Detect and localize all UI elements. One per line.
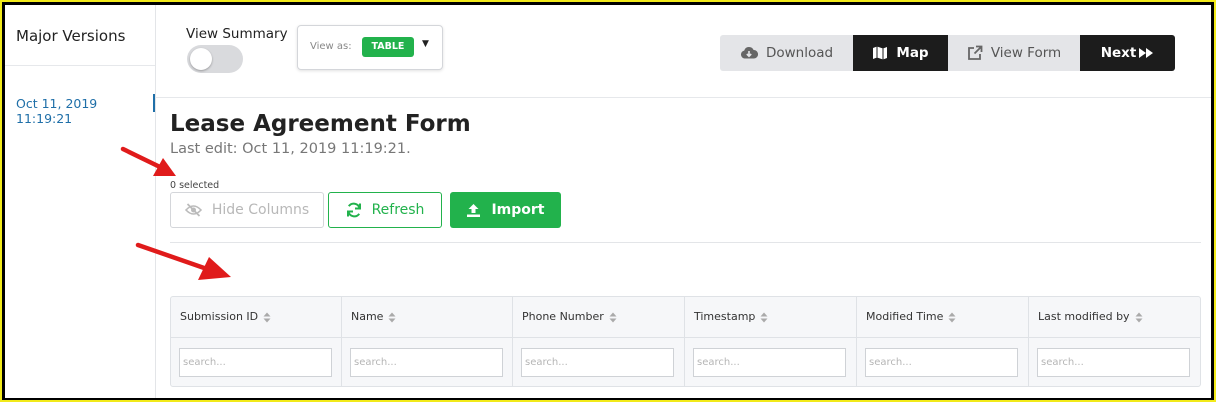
fast-forward-icon [1139, 48, 1154, 58]
column-header[interactable]: Submission ID [171, 297, 342, 337]
search-input[interactable] [693, 348, 846, 377]
column-header[interactable]: Name [342, 297, 513, 337]
column-header[interactable]: Phone Number [513, 297, 685, 337]
hide-columns-button[interactable]: Hide Columns [170, 192, 324, 228]
map-button[interactable]: Map [853, 35, 948, 71]
filter-cell [513, 337, 685, 386]
import-label: Import [491, 202, 545, 218]
column-label: Phone Number [522, 310, 604, 323]
search-input[interactable] [521, 348, 674, 377]
column-header[interactable]: Last modified by [1029, 297, 1200, 337]
view-as-dropdown[interactable]: View as: TABLE ▼ [297, 25, 443, 70]
refresh-label: Refresh [371, 202, 425, 218]
column-header[interactable]: Timestamp [685, 297, 857, 337]
map-label: Map [896, 45, 929, 61]
sort-icon [609, 312, 617, 322]
search-input[interactable] [179, 348, 332, 377]
view-as-label: View as: [310, 41, 352, 52]
search-input[interactable] [1037, 348, 1190, 377]
refresh-button[interactable]: Refresh [328, 192, 442, 228]
last-edit-text: Last edit: Oct 11, 2019 11:19:21. [170, 141, 411, 157]
toggle-knob [190, 48, 212, 70]
column-label: Modified Time [866, 310, 944, 323]
view-form-label: View Form [990, 45, 1062, 61]
view-form-button[interactable]: View Form [948, 35, 1080, 71]
annotation-arrow-icon [135, 242, 231, 280]
sort-icon [760, 312, 768, 322]
filter-cell [1029, 337, 1200, 386]
next-label: Next [1100, 45, 1137, 61]
column-label: Timestamp [694, 310, 756, 323]
column-label: Submission ID [180, 310, 259, 323]
upload-icon [467, 203, 481, 217]
download-button[interactable]: Download [720, 35, 853, 71]
page-title: Lease Agreement Form [170, 111, 471, 137]
refresh-icon [346, 202, 361, 218]
screenshot-frame: Major Versions Oct 11, 2019 11:19:21 Vie… [0, 0, 1216, 402]
hide-columns-label: Hide Columns [211, 202, 310, 218]
column-header[interactable]: Modified Time [857, 297, 1029, 337]
map-icon [873, 46, 888, 60]
column-label: Name [351, 310, 384, 323]
view-summary-toggle[interactable] [187, 45, 243, 73]
column-label: Last modified by [1038, 310, 1130, 323]
app-canvas: Major Versions Oct 11, 2019 11:19:21 Vie… [5, 5, 1211, 398]
submissions-table: Submission ID Name Phone Number Timestam… [170, 296, 1201, 387]
sort-icon [263, 312, 271, 322]
filter-cell [685, 337, 857, 386]
view-as-value-badge: TABLE [362, 37, 414, 57]
versions-sidebar: Major Versions Oct 11, 2019 11:19:21 [5, 5, 156, 398]
cloud-download-icon [740, 47, 758, 59]
header-divider [155, 97, 1211, 98]
filter-cell [342, 337, 513, 386]
sort-icon [1135, 312, 1143, 322]
external-link-icon [967, 45, 983, 60]
sidebar-item-version[interactable]: Oct 11, 2019 11:19:21 [16, 96, 155, 126]
sidebar-title: Major Versions [16, 27, 126, 45]
download-label: Download [765, 45, 834, 61]
filter-cell [857, 337, 1029, 386]
sort-icon [948, 312, 956, 322]
next-button[interactable]: Next [1080, 35, 1175, 71]
search-input[interactable] [350, 348, 503, 377]
caret-down-icon: ▼ [422, 39, 429, 49]
view-summary-label: View Summary [186, 26, 288, 42]
annotation-arrow-icon [120, 146, 176, 176]
sort-icon [388, 312, 396, 322]
eye-slash-icon [184, 203, 202, 217]
actions-divider [170, 242, 1201, 243]
search-input[interactable] [865, 348, 1018, 377]
import-button[interactable]: Import [450, 192, 561, 228]
sidebar-divider [5, 65, 155, 66]
filter-cell [171, 337, 342, 386]
